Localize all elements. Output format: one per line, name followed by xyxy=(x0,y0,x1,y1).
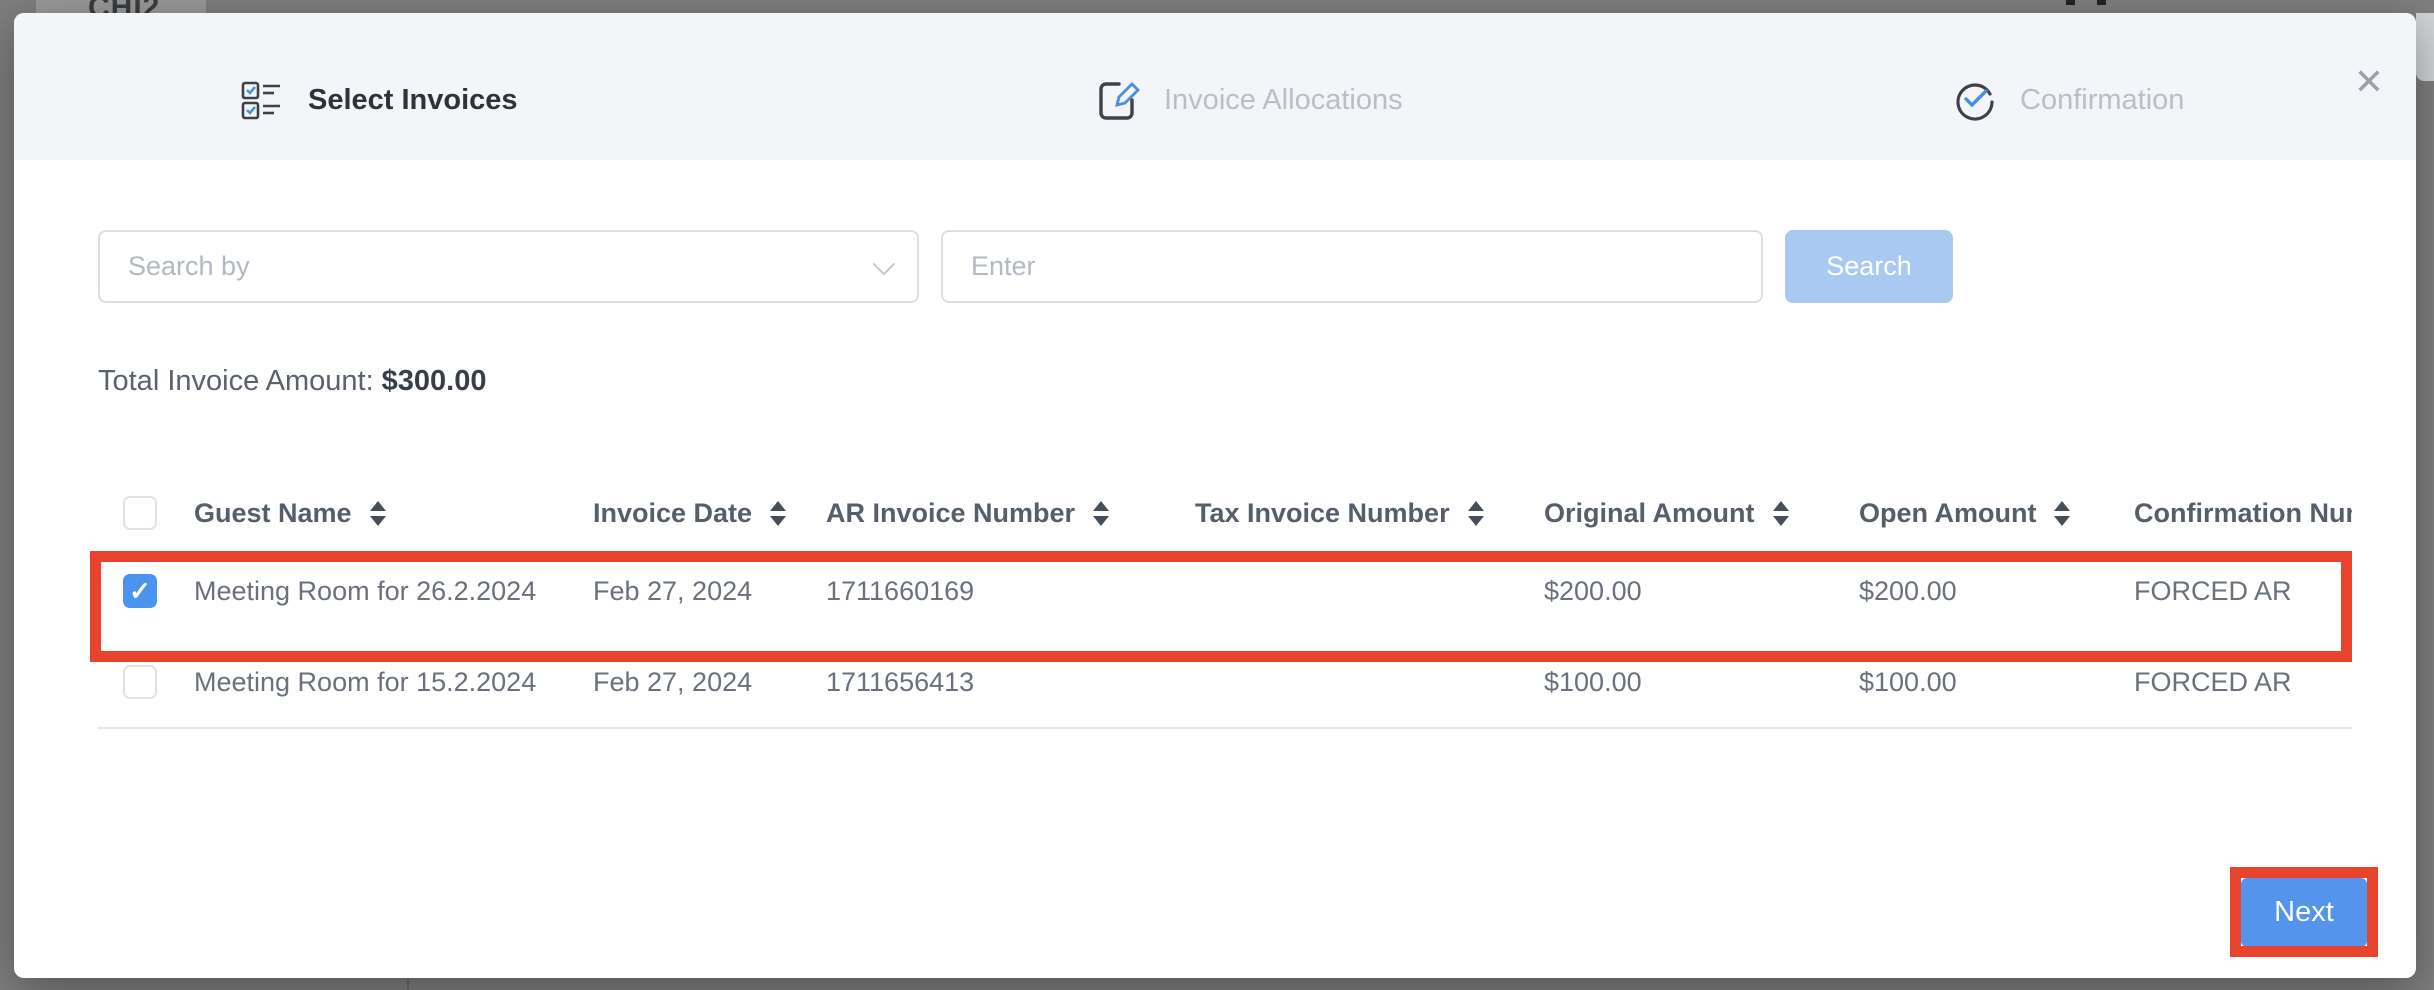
column-header-open-amount: Open Amount xyxy=(1859,498,2134,529)
total-invoice-label: Total Invoice Amount: xyxy=(98,365,374,397)
column-header-ar-invoice-number: AR Invoice Number xyxy=(826,498,1195,529)
table-row[interactable]: Meeting Room for 26.2.2024 Feb 27, 2024 … xyxy=(98,545,2352,637)
search-by-select[interactable]: Search by xyxy=(98,230,919,303)
step-confirmation[interactable]: Confirmation xyxy=(1952,71,2184,129)
step-label: Select Invoices xyxy=(308,84,518,117)
background-page-divider xyxy=(407,978,409,990)
invoices-table: Guest Name Invoice Date AR Invoice Numbe… xyxy=(98,481,2352,729)
background-page-strip: CHI2 xyxy=(36,0,206,13)
column-header-original-amount: Original Amount xyxy=(1544,498,1859,529)
column-header-confirmation-number: Confirmation Number xyxy=(2134,498,2352,529)
sort-icon[interactable] xyxy=(770,501,786,526)
close-icon[interactable]: ✕ xyxy=(2344,57,2394,107)
sort-icon[interactable] xyxy=(1093,501,1109,526)
edit-icon xyxy=(1096,78,1140,122)
background-artifact xyxy=(2097,0,2106,5)
column-header-invoice-date: Invoice Date xyxy=(593,498,826,529)
cell-ar-invoice-number: 1711660169 xyxy=(826,576,1195,607)
check-circle-icon xyxy=(1952,78,1996,122)
cell-open-amount: $100.00 xyxy=(1859,667,2134,698)
table-row[interactable]: Meeting Room for 15.2.2024 Feb 27, 2024 … xyxy=(98,637,2352,729)
search-controls: Search by Search xyxy=(98,230,1953,303)
column-header-tax-invoice-number: Tax Invoice Number xyxy=(1195,498,1544,529)
table-header-row: Guest Name Invoice Date AR Invoice Numbe… xyxy=(98,481,2352,545)
sort-icon[interactable] xyxy=(370,501,386,526)
cell-original-amount: $100.00 xyxy=(1544,667,1859,698)
next-button[interactable]: Next xyxy=(2241,878,2367,947)
cell-open-amount: $200.00 xyxy=(1859,576,2134,607)
search-by-placeholder: Search by xyxy=(128,251,250,282)
step-invoice-allocations[interactable]: Invoice Allocations xyxy=(1096,71,1403,129)
row-checkbox[interactable] xyxy=(123,665,157,699)
row-checkbox[interactable] xyxy=(123,574,157,608)
chevron-down-icon xyxy=(873,252,896,275)
sort-icon[interactable] xyxy=(1773,501,1789,526)
step-label: Confirmation xyxy=(2020,84,2184,117)
step-select-invoices[interactable]: Select Invoices xyxy=(240,71,518,129)
cell-guest-name: Meeting Room for 26.2.2024 xyxy=(180,576,593,607)
sort-icon[interactable] xyxy=(2054,501,2070,526)
total-invoice-value: $300.00 xyxy=(382,365,487,397)
wizard-step-header: Select Invoices Invoice Allocations Conf… xyxy=(14,13,2416,160)
search-term-input[interactable] xyxy=(941,230,1763,303)
sort-icon[interactable] xyxy=(1468,501,1484,526)
cell-confirmation-number: FORCED AR xyxy=(2134,667,2352,698)
select-all-checkbox[interactable] xyxy=(123,496,157,530)
cell-guest-name: Meeting Room for 15.2.2024 xyxy=(180,667,593,698)
cell-invoice-date: Feb 27, 2024 xyxy=(593,576,826,607)
cell-ar-invoice-number: 1711656413 xyxy=(826,667,1195,698)
cell-confirmation-number: FORCED AR xyxy=(2134,576,2352,607)
total-invoice-amount: Total Invoice Amount:$300.00 xyxy=(98,365,486,398)
step-label: Invoice Allocations xyxy=(1164,84,1403,117)
search-button[interactable]: Search xyxy=(1785,230,1953,303)
column-header-guest-name: Guest Name xyxy=(180,498,593,529)
background-page-edge xyxy=(2416,13,2434,81)
cell-original-amount: $200.00 xyxy=(1544,576,1859,607)
background-artifact xyxy=(2066,0,2075,5)
checklist-icon xyxy=(240,78,284,122)
cell-invoice-date: Feb 27, 2024 xyxy=(593,667,826,698)
select-invoices-modal: Select Invoices Invoice Allocations Conf… xyxy=(14,13,2416,978)
